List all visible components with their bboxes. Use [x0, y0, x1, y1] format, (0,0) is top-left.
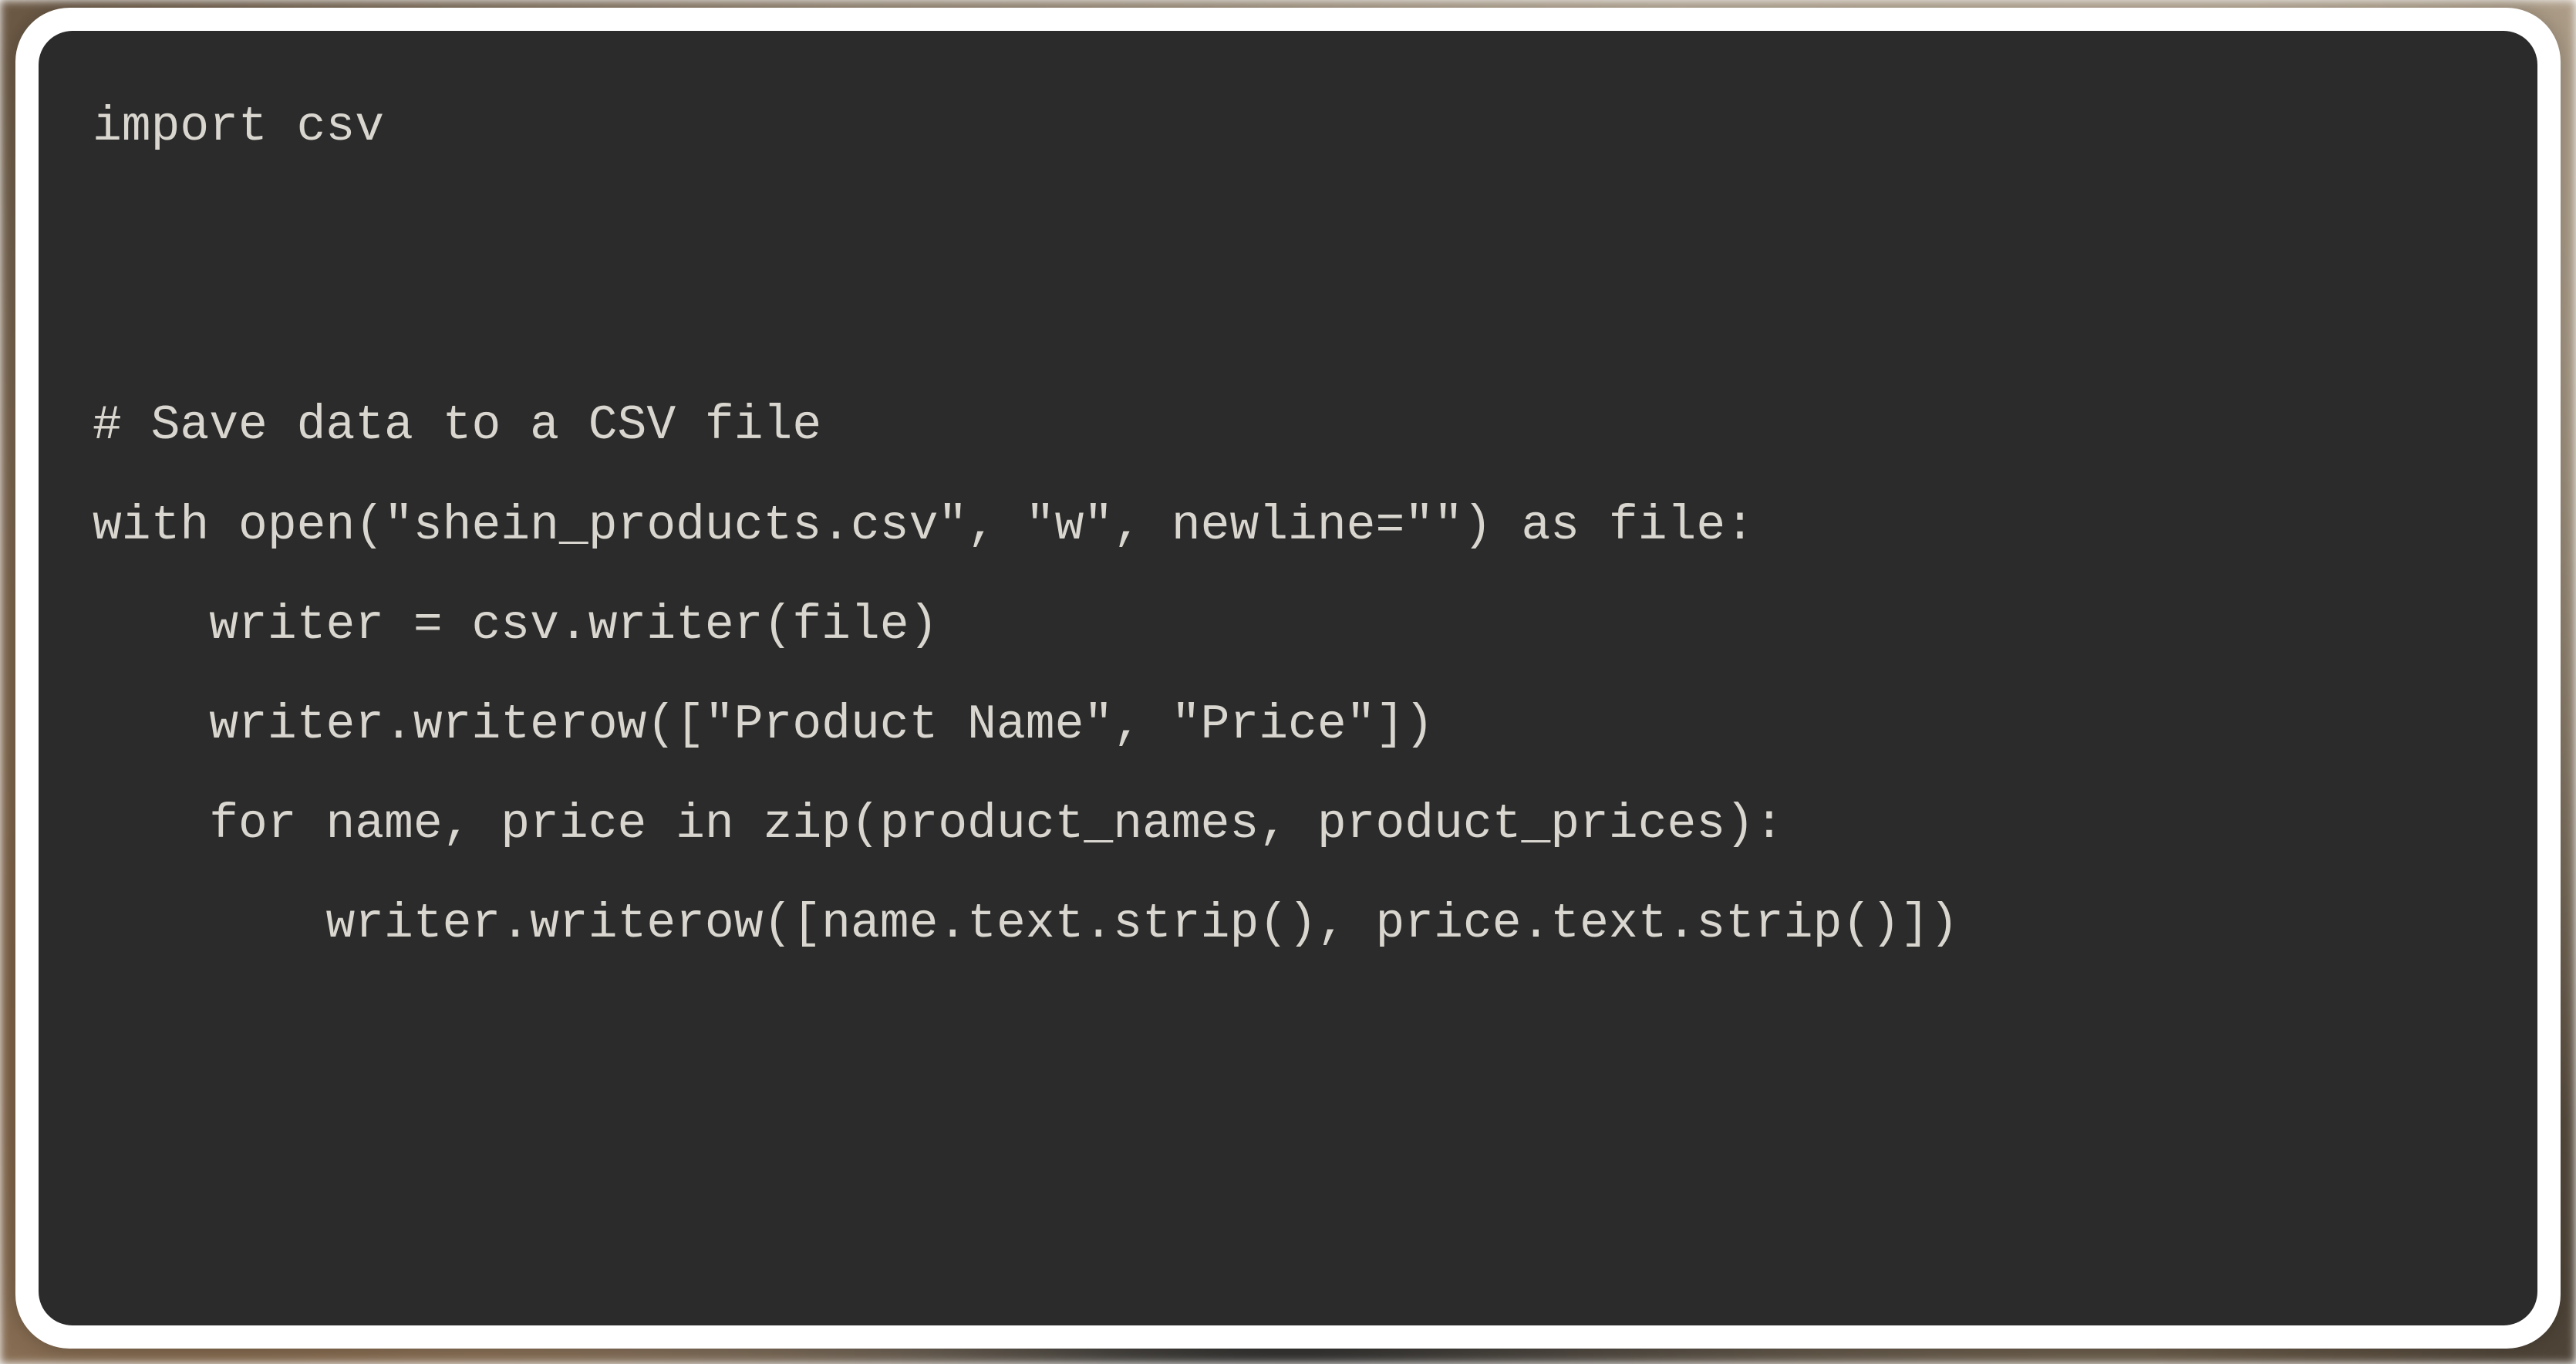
code-panel: import csv # Save data to a CSV file wit…: [39, 31, 2537, 1325]
code-panel-border: import csv # Save data to a CSV file wit…: [15, 8, 2561, 1349]
code-block[interactable]: import csv # Save data to a CSV file wit…: [93, 77, 2483, 974]
code-panel-wrapper: import csv # Save data to a CSV file wit…: [15, 8, 2561, 1349]
